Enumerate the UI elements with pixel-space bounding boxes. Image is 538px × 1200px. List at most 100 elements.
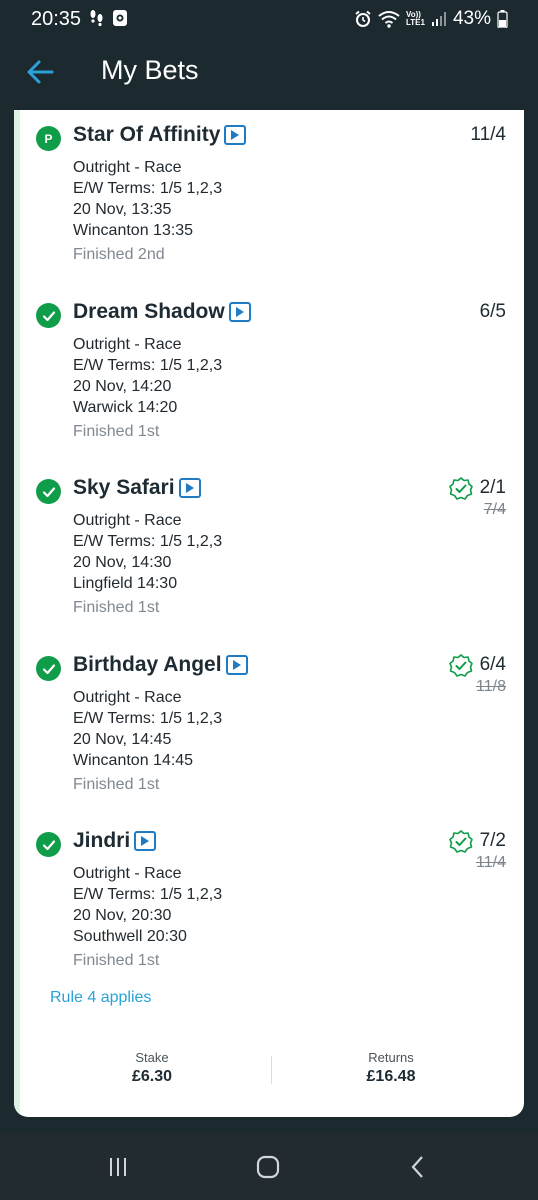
ew-terms-text: E/W Terms: 1/5 1,2,3	[73, 710, 223, 727]
recents-button[interactable]	[98, 1153, 138, 1181]
ew-terms-text: E/W Terms: 1/5 1,2,3	[73, 886, 223, 903]
status-right: Vo)) LTE1 43%	[354, 8, 508, 30]
stake-column: Stake £6.30	[52, 1050, 252, 1086]
bet-selection: Birthday Angel Outright - Race E/W Terms…	[36, 640, 514, 800]
odds-area: 7/2 11/4	[476, 830, 506, 872]
horse-row: Dream Shadow	[73, 300, 251, 324]
back-arrow-icon	[27, 60, 54, 84]
returns-label: Returns	[368, 1050, 414, 1065]
horse-row: Sky Safari	[73, 476, 201, 500]
back-button[interactable]	[24, 56, 56, 88]
result-text: Finished 2nd	[73, 246, 165, 263]
race-time-text: 20 Nov, 20:30	[73, 907, 172, 924]
odds-area: 2/1 7/4	[480, 477, 506, 519]
horse-row: Star Of Affinity	[73, 123, 247, 147]
bet-card: P Star Of Affinity Outright - Race E/W T…	[14, 110, 524, 1117]
horse-row: Jindri	[73, 829, 157, 853]
back-nav-icon	[411, 1156, 423, 1178]
app-header: My Bets	[0, 38, 538, 110]
stake-value: £6.30	[131, 1068, 173, 1085]
selection-details: Outright - Race E/W Terms: 1/5 1,2,3 20 …	[73, 687, 222, 795]
venue-text: Lingfield 14:30	[73, 575, 178, 592]
race-time-text: 20 Nov, 13:35	[73, 201, 172, 218]
ew-terms-text: E/W Terms: 1/5 1,2,3	[73, 180, 223, 197]
result-text: Finished 1st	[73, 423, 160, 440]
play-video-icon[interactable]	[228, 302, 251, 322]
signal-icon	[431, 12, 446, 26]
horse-name: Star Of Affinity	[73, 123, 221, 146]
volte-icon: Vo)) LTE1	[406, 11, 425, 27]
previous-odds: 7/4	[483, 501, 506, 518]
status-bar: 20:35 Vo)) LTE1 43%	[0, 0, 538, 38]
home-icon	[256, 1155, 280, 1179]
play-video-icon[interactable]	[224, 125, 247, 145]
play-video-icon[interactable]	[134, 831, 157, 851]
bet-selection: Jindri Outright - Race E/W Terms: 1/5 1,…	[36, 816, 514, 976]
totals-divider	[271, 1056, 272, 1084]
won-check-icon	[36, 832, 61, 857]
race-time-text: 20 Nov, 14:20	[73, 378, 172, 395]
previous-odds: 11/8	[476, 678, 506, 695]
returns-column: Returns £16.48	[291, 1050, 491, 1086]
market-text: Outright - Race	[73, 336, 182, 353]
market-text: Outright - Race	[73, 512, 182, 529]
odds-value: 7/2	[479, 830, 506, 851]
placed-badge-icon: P	[36, 126, 61, 151]
screen-record-icon	[113, 10, 127, 26]
lte-label: LTE1	[406, 18, 425, 27]
odds-area: 11/4	[470, 124, 506, 146]
placed-letter: P	[44, 131, 53, 146]
battery-icon	[497, 10, 508, 28]
selection-details: Outright - Race E/W Terms: 1/5 1,2,3 20 …	[73, 157, 222, 265]
result-text: Finished 1st	[73, 776, 160, 793]
market-text: Outright - Race	[73, 159, 182, 176]
bet-selection: Sky Safari Outright - Race E/W Terms: 1/…	[36, 463, 514, 623]
market-text: Outright - Race	[73, 865, 182, 882]
race-time-text: 20 Nov, 14:45	[73, 731, 172, 748]
horse-name: Sky Safari	[73, 476, 175, 499]
venue-text: Wincanton 14:45	[73, 752, 194, 769]
back-nav-button[interactable]	[398, 1153, 438, 1181]
horse-name: Birthday Angel	[73, 653, 222, 676]
page-title: My Bets	[101, 55, 199, 85]
play-video-icon[interactable]	[178, 478, 201, 498]
price-boost-award-icon	[449, 654, 473, 677]
home-button[interactable]	[248, 1153, 288, 1181]
odds-value: 6/5	[479, 301, 506, 322]
previous-odds: 11/4	[476, 854, 506, 871]
price-boost-award-icon	[449, 477, 473, 500]
price-boost-award-icon	[449, 830, 473, 853]
bet-selection: P Star Of Affinity Outright - Race E/W T…	[36, 110, 514, 270]
result-text: Finished 1st	[73, 599, 160, 616]
race-time-text: 20 Nov, 14:30	[73, 554, 172, 571]
ew-terms-text: E/W Terms: 1/5 1,2,3	[73, 357, 223, 374]
status-left-icons	[88, 9, 128, 27]
won-check-icon	[36, 656, 61, 681]
returns-value: £16.48	[366, 1068, 416, 1085]
bet-totals: Stake £6.30 Returns £16.48	[14, 1050, 524, 1090]
venue-text: Southwell 20:30	[73, 928, 187, 945]
won-check-icon	[36, 303, 61, 328]
odds-value: 6/4	[479, 654, 506, 675]
play-video-icon[interactable]	[225, 655, 248, 675]
rule4-link[interactable]: Rule 4 applies	[50, 989, 151, 1007]
odds-value: 11/4	[470, 124, 506, 145]
ew-terms-text: E/W Terms: 1/5 1,2,3	[73, 533, 223, 550]
horse-name: Dream Shadow	[73, 300, 225, 323]
odds-area: 6/5	[480, 301, 506, 323]
odds-value: 2/1	[479, 477, 506, 498]
venue-text: Wincanton 13:35	[73, 222, 194, 239]
card-accent-stripe	[14, 110, 20, 1117]
status-time: 20:35	[31, 8, 82, 30]
recents-icon	[110, 1158, 126, 1176]
market-text: Outright - Race	[73, 689, 182, 706]
horse-name: Jindri	[73, 829, 131, 852]
bet-selection: Dream Shadow Outright - Race E/W Terms: …	[36, 287, 514, 447]
selection-details: Outright - Race E/W Terms: 1/5 1,2,3 20 …	[73, 510, 222, 618]
result-text: Finished 1st	[73, 952, 160, 969]
system-nav-bar	[0, 1133, 538, 1200]
selection-details: Outright - Race E/W Terms: 1/5 1,2,3 20 …	[73, 334, 222, 442]
steps-icon	[90, 10, 103, 27]
battery-percent: 43%	[452, 8, 491, 29]
wifi-icon	[378, 11, 400, 28]
